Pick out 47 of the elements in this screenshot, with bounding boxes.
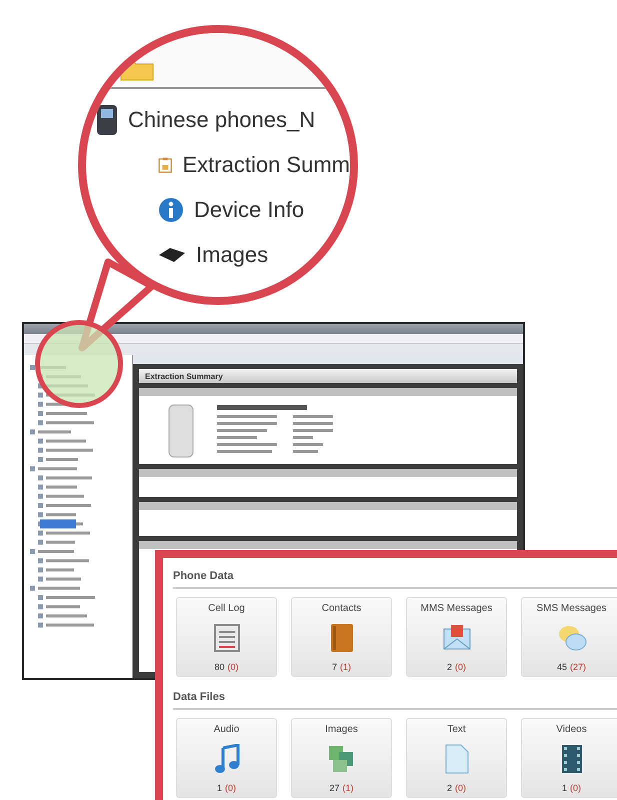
phone-icon (96, 104, 118, 136)
category-tile[interactable]: Videos 1 (0) (521, 718, 617, 798)
new-item-count: (0) (225, 783, 236, 793)
category-tile[interactable]: Cell Log 80 (0) (176, 597, 277, 677)
item-count: 1 (562, 783, 567, 793)
item-count: 45 (556, 662, 567, 672)
section-heading: Phone Data (173, 566, 617, 589)
item-count: 1 (216, 783, 222, 793)
music-note-icon (212, 744, 240, 774)
tile-label: Contacts (322, 603, 362, 614)
tree-item-label[interactable]: Images (196, 242, 268, 268)
item-count: 80 (214, 662, 224, 672)
tree-item-label[interactable]: Device Info (194, 196, 304, 222)
tree-item-label[interactable]: Extraction Summ (182, 152, 350, 178)
new-item-count: (27) (570, 662, 586, 672)
new-item-count: (0) (570, 783, 581, 793)
new-item-count: (0) (228, 662, 238, 672)
item-count: 7 (332, 662, 337, 672)
tile-label: Text (447, 724, 466, 735)
category-tile[interactable]: Images 27 (1) (291, 718, 392, 798)
category-tile[interactable]: Audio 1 (0) (176, 718, 277, 798)
new-item-count: (0) (455, 662, 466, 672)
list-icon (212, 623, 240, 653)
new-item-count: (0) (455, 783, 466, 793)
category-tile[interactable]: SMS Messages 45 (27) (521, 597, 617, 677)
section-heading: Data Files (173, 687, 617, 710)
item-count: 27 (329, 783, 340, 793)
tree-item-label[interactable]: Chinese phones_N (128, 106, 316, 132)
category-tile[interactable]: MMS Messages 2 (0) (406, 597, 507, 677)
diamond-icon (158, 246, 186, 264)
film-icon (560, 744, 582, 774)
category-tile[interactable]: Contacts 7 (1) (291, 597, 392, 677)
category-tile[interactable]: Text 2 (0) (406, 718, 507, 798)
tile-label: Videos (556, 724, 587, 735)
item-count: 2 (446, 783, 452, 793)
tile-label: SMS Messages (536, 603, 607, 614)
tile-label: Cell Log (208, 603, 245, 614)
tile-label: Images (325, 724, 358, 735)
tile-label: MMS Messages (420, 603, 492, 614)
speech-bubbles-icon (556, 623, 586, 653)
document-icon (444, 744, 470, 774)
info-icon (158, 196, 184, 222)
new-item-count: (1) (340, 662, 351, 672)
panel-title: Extraction Summary (145, 372, 223, 380)
new-item-count: (1) (342, 783, 354, 793)
item-count: 2 (446, 662, 452, 672)
tile-label: Audio (214, 724, 240, 735)
